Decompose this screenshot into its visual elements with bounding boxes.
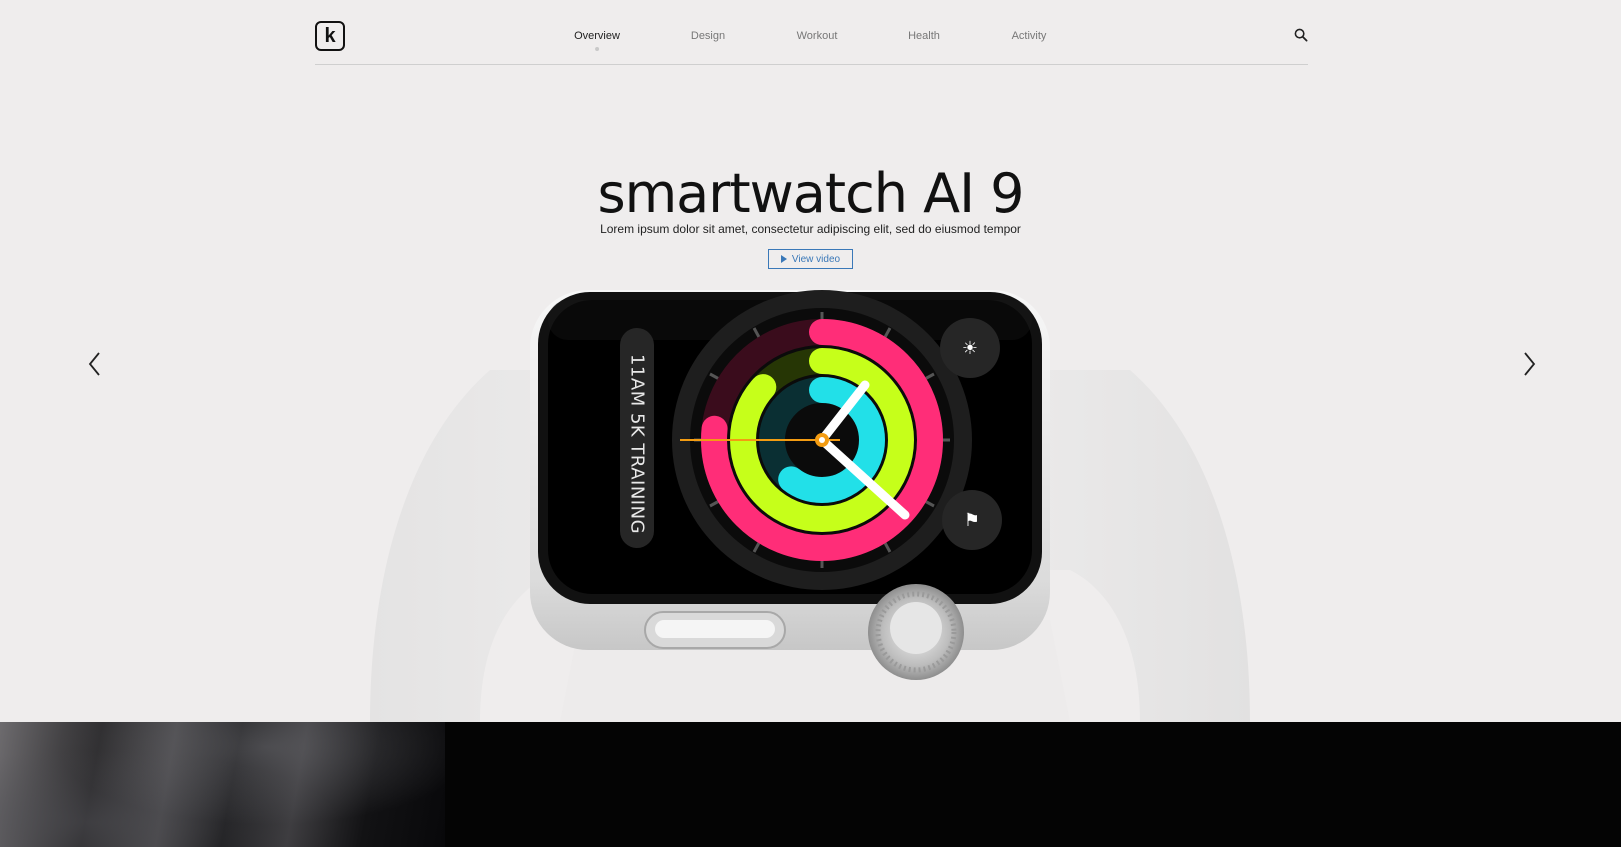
- nav-item-label: Activity: [1011, 30, 1047, 42]
- bell-icon: ☀: [961, 338, 979, 358]
- nav-item-workout[interactable]: Workout: [797, 30, 838, 42]
- nav-item-activity[interactable]: Activity: [1012, 30, 1047, 42]
- section-background-image: [0, 722, 445, 847]
- nav-item-label: Workout: [796, 30, 838, 42]
- search-icon[interactable]: [1294, 28, 1308, 42]
- chevron-left-icon[interactable]: [86, 350, 104, 378]
- nav-item-design[interactable]: Design: [691, 30, 725, 42]
- watch-complication-text: 11AM 5K TRAINING: [626, 353, 648, 535]
- next-section: [0, 722, 1621, 847]
- play-icon: [780, 255, 787, 263]
- product-page: k Overview Design Workout Health Activit…: [0, 0, 1621, 847]
- page-title: smartwatch AI 9: [597, 162, 1024, 226]
- nav-item-overview[interactable]: Overview: [574, 30, 620, 51]
- nav-item-label: Overview: [574, 30, 620, 42]
- site-header: k Overview Design Workout Health Activit…: [315, 18, 1308, 65]
- view-video-button[interactable]: View video: [768, 249, 853, 269]
- hero-subtitle: Lorem ipsum dolor sit amet, consectetur …: [600, 222, 1021, 236]
- active-indicator: [595, 47, 599, 51]
- nav-item-label: Health: [908, 30, 940, 42]
- smartwatch-image: [370, 290, 1250, 722]
- run-icon: ⚑: [963, 510, 981, 530]
- nav-item-label: Design: [690, 30, 726, 42]
- chevron-right-icon[interactable]: [1520, 350, 1538, 378]
- nav-item-health[interactable]: Health: [908, 30, 940, 42]
- main-nav: Overview Design Workout Health Activity: [315, 30, 1308, 51]
- view-video-label: View video: [791, 253, 841, 265]
